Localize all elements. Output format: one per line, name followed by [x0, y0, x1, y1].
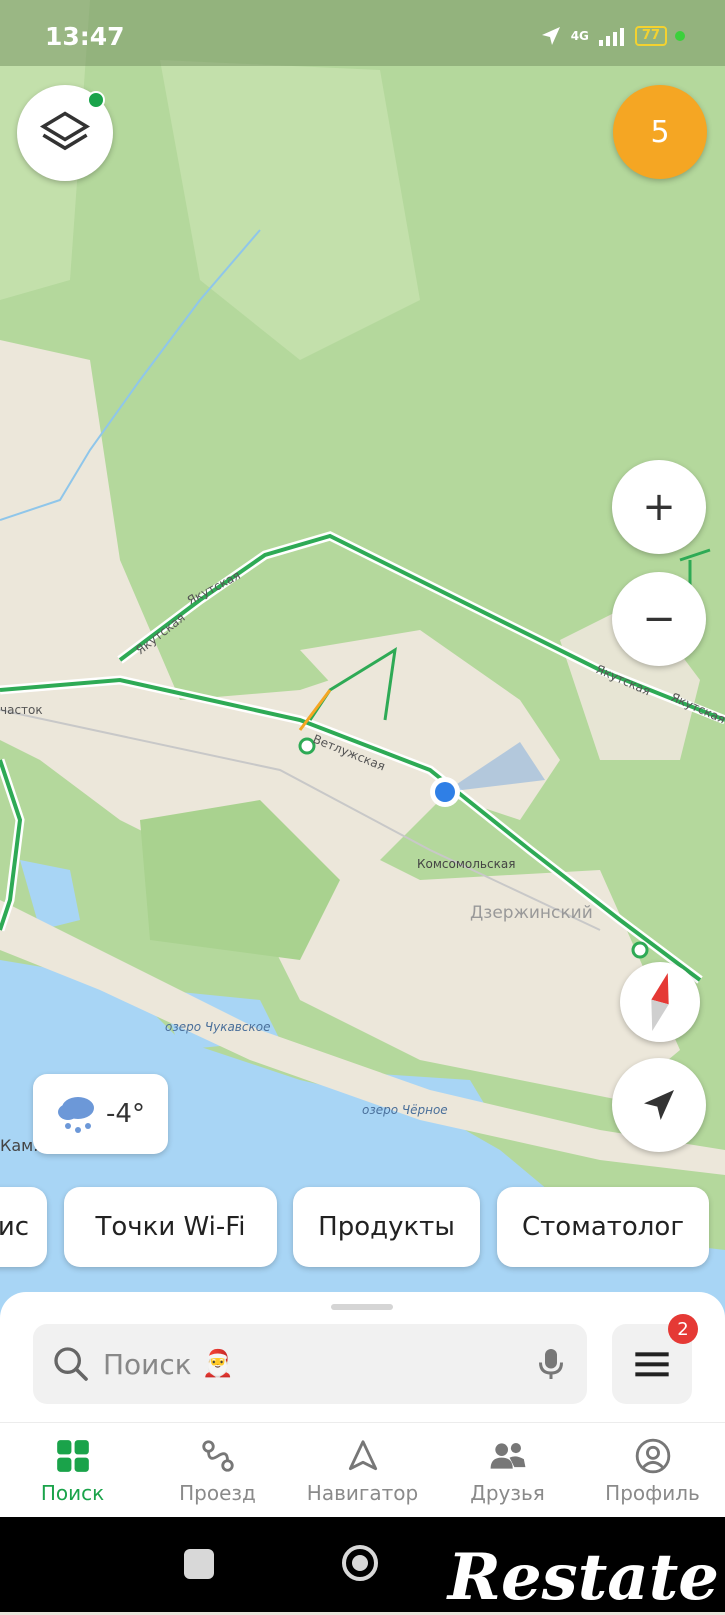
minus-icon: − — [642, 596, 676, 642]
hamburger-icon — [635, 1352, 669, 1377]
tab-label: Навигатор — [306, 1480, 419, 1505]
santa-icon: 🎅 — [201, 1349, 235, 1379]
station-label-komsomolskaya: Комсомольская — [417, 857, 515, 871]
notifications-count: 5 — [650, 114, 670, 150]
notifications-button[interactable]: 5 — [613, 85, 707, 179]
microphone-icon[interactable] — [533, 1344, 569, 1384]
chip-label: Стоматолог — [522, 1212, 684, 1242]
network-type-label: 4G — [570, 29, 589, 43]
plus-icon: + — [642, 484, 676, 530]
tab-friends[interactable]: Друзья — [435, 1423, 580, 1518]
search-grid-icon — [56, 1439, 89, 1472]
recents-button[interactable] — [184, 1549, 214, 1579]
zoom-out-button[interactable]: − — [612, 572, 706, 666]
search-input[interactable]: Поиск 🎅 — [33, 1324, 587, 1404]
chip-wifi-points[interactable]: Точки Wi-Fi — [64, 1187, 277, 1267]
zoom-in-button[interactable]: + — [612, 460, 706, 554]
status-time: 13:47 — [45, 22, 125, 51]
category-chips: ис Точки Wi-Fi Продукты Стоматолог — [0, 1187, 725, 1267]
tab-search[interactable]: Поиск — [0, 1423, 145, 1518]
home-dot-icon — [352, 1555, 368, 1571]
tab-profile[interactable]: Профиль — [580, 1423, 725, 1518]
snow-cloud-icon — [58, 1097, 95, 1133]
watermark-logo: Restate — [447, 1540, 719, 1615]
navigator-icon — [348, 1439, 377, 1470]
friends-icon — [490, 1442, 525, 1469]
chip-groceries[interactable]: Продукты — [293, 1187, 480, 1267]
chip-dentist[interactable]: Стоматолог — [497, 1187, 709, 1267]
status-icons: 4G 77 — [539, 24, 685, 48]
lake-label-chukavskoe: озеро Чукавское — [165, 1020, 270, 1034]
district-label-dzerzhinsky: Дзержинский — [470, 903, 593, 923]
status-bar: 13:47 4G 77 — [0, 0, 725, 66]
tab-route[interactable]: Проезд — [145, 1423, 290, 1518]
place-label-uchastok: часток — [0, 703, 43, 717]
layers-button[interactable] — [17, 85, 113, 181]
chip-label: ис — [0, 1212, 30, 1242]
bottom-tab-bar: Поиск Проезд Навигатор Друзья Профиль — [0, 1422, 725, 1518]
tab-label: Проезд — [179, 1480, 256, 1505]
chip-label: Точки Wi-Fi — [95, 1212, 246, 1242]
lake-label-chernoe: озеро Чёрное — [362, 1103, 448, 1117]
tab-label: Профиль — [605, 1480, 700, 1505]
search-placeholder: Поиск — [103, 1347, 192, 1381]
layers-indicator-dot — [87, 91, 105, 109]
tab-navigator[interactable]: Навигатор — [290, 1423, 435, 1518]
compass-icon — [651, 973, 669, 1031]
location-arrow-icon — [541, 27, 560, 45]
my-location-button[interactable] — [612, 1058, 706, 1152]
chip-partial[interactable]: ис — [0, 1187, 47, 1267]
navigation-arrow-icon — [644, 1090, 674, 1120]
chip-label: Продукты — [318, 1212, 455, 1242]
bottom-sheet: Поиск 🎅 2 — [0, 1292, 725, 1422]
layers-icon — [39, 111, 91, 151]
battery-indicator: 77 — [634, 26, 667, 46]
sheet-grabber[interactable] — [331, 1304, 393, 1310]
route-icon — [201, 1439, 234, 1472]
search-icon — [54, 1347, 88, 1381]
weather-widget[interactable]: -4° — [33, 1074, 168, 1154]
privacy-dot-icon — [675, 31, 685, 41]
tab-label: Друзья — [470, 1480, 545, 1505]
weather-temperature: -4° — [106, 1099, 145, 1129]
menu-badge: 2 — [668, 1314, 698, 1344]
compass-button[interactable] — [620, 962, 700, 1042]
profile-icon — [635, 1438, 670, 1473]
signal-icon — [598, 28, 624, 46]
home-button[interactable] — [342, 1545, 378, 1581]
menu-button[interactable]: 2 — [612, 1314, 698, 1404]
tab-label: Поиск — [40, 1480, 105, 1505]
